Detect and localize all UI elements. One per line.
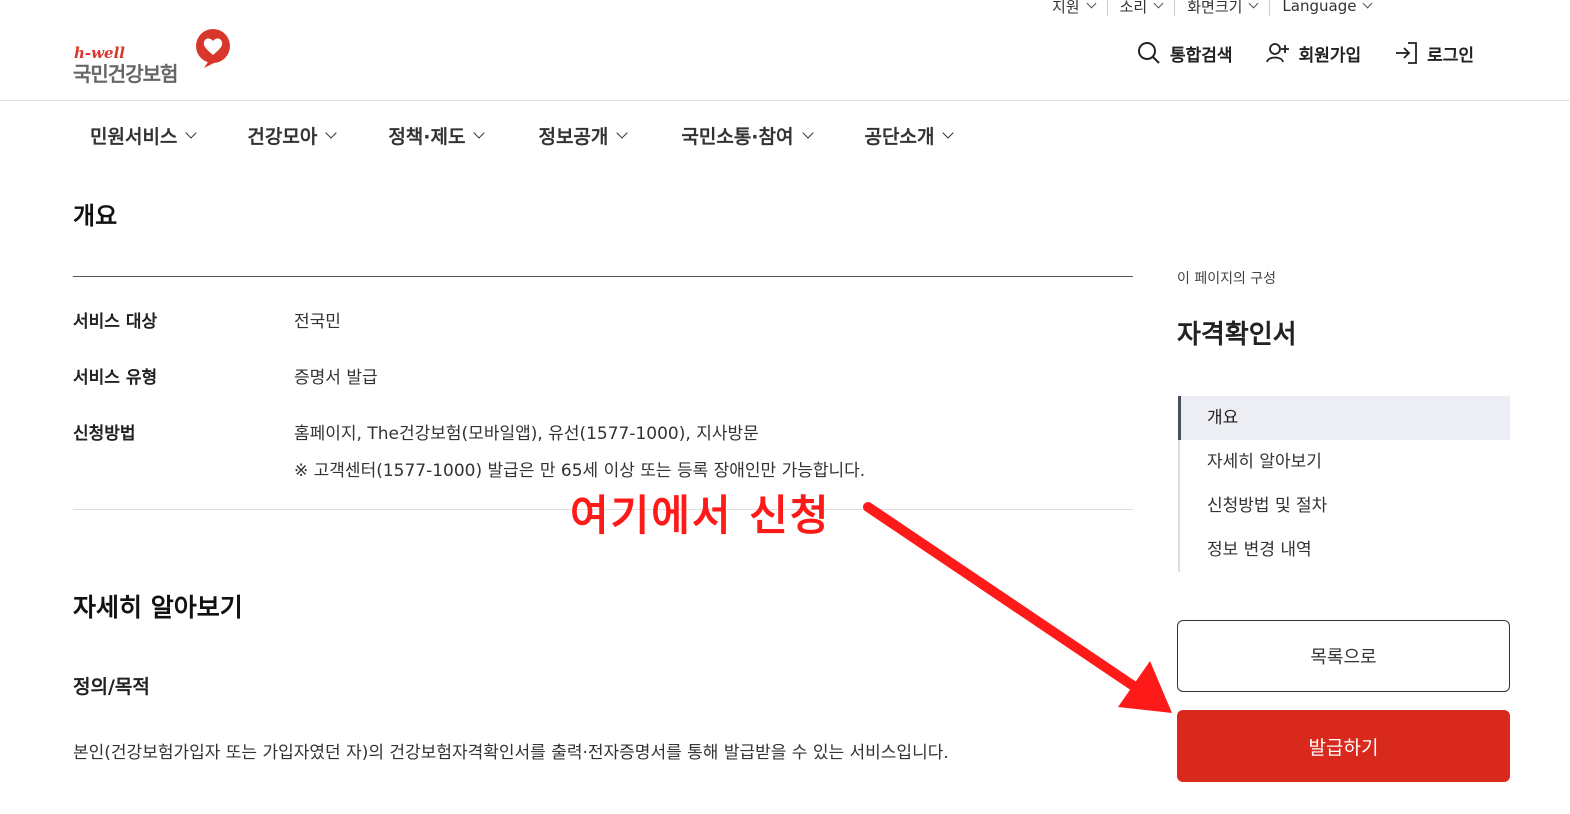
chevron-down-icon bbox=[185, 127, 198, 139]
gnb-item-about[interactable]: 공단소개 bbox=[864, 122, 955, 149]
toc-item-overview[interactable]: 개요 bbox=[1178, 396, 1510, 440]
chevron-down-icon bbox=[942, 127, 955, 139]
gnb-item-label: 정책·제도 bbox=[388, 126, 466, 148]
toc-item-detail[interactable]: 자세히 알아보기 bbox=[1180, 440, 1510, 484]
row-value: 전국민 bbox=[294, 312, 341, 332]
main-nav: 민원서비스 건강모아 정책·제도 정보공개 국민소통·참여 공단소개 bbox=[90, 122, 955, 149]
add-user-icon bbox=[1265, 43, 1289, 63]
gnb-item-label: 건강모아 bbox=[247, 126, 318, 148]
util-language[interactable]: Language bbox=[1269, 0, 1383, 16]
login-icon bbox=[1396, 42, 1418, 64]
gnb-item-communication[interactable]: 국민소통·참여 bbox=[681, 122, 814, 149]
gnb-item-policy[interactable]: 정책·제도 bbox=[388, 122, 486, 149]
toc-item-change-history[interactable]: 정보 변경 내역 bbox=[1180, 528, 1510, 572]
header-divider bbox=[0, 100, 1570, 101]
gnb-item-civil-service[interactable]: 민원서비스 bbox=[90, 122, 198, 149]
signup-label: 회원가입 bbox=[1298, 45, 1362, 66]
logo-name: 국민건강보험 bbox=[73, 62, 178, 86]
chevron-down-icon bbox=[1248, 0, 1259, 9]
login-label: 로그인 bbox=[1427, 45, 1475, 66]
gnb-item-health-moa[interactable]: 건강모아 bbox=[247, 122, 337, 149]
overview-note: ※ 고객센터(1577-1000) 발급은 만 65세 이상 또는 등록 장애인… bbox=[294, 461, 866, 481]
gnb-item-info-disclosure[interactable]: 정보공개 bbox=[538, 122, 629, 149]
chevron-down-icon bbox=[473, 127, 486, 139]
util-support-label: 지원 bbox=[1052, 0, 1080, 16]
annotation-arrow-icon bbox=[863, 502, 1172, 713]
signup-button[interactable]: 회원가입 bbox=[1265, 40, 1362, 66]
util-sound-label: 소리 bbox=[1119, 0, 1148, 16]
page-toc: 개요 자세히 알아보기 신청방법 및 절차 정보 변경 내역 bbox=[1178, 396, 1510, 572]
chevron-down-icon bbox=[1086, 0, 1097, 9]
gnb-item-label: 정보공개 bbox=[538, 126, 609, 148]
overview-heading: 개요 bbox=[73, 202, 118, 230]
annotation-label: 여기에서 신청 bbox=[570, 491, 831, 540]
side-caption: 이 페이지의 구성 bbox=[1177, 271, 1277, 287]
chevron-down-icon bbox=[616, 127, 629, 139]
row-key: 신청방법 bbox=[73, 424, 136, 444]
row-value: 홈페이지, The건강보험(모바일앱), 유선(1577-1000), 지사방문 bbox=[294, 424, 759, 444]
heart-logo-icon bbox=[196, 29, 230, 68]
row-key: 서비스 유형 bbox=[73, 368, 158, 388]
gnb-item-label: 민원서비스 bbox=[90, 126, 178, 148]
side-title: 자격확인서 bbox=[1177, 320, 1297, 350]
site-logo[interactable]: h-well 국민건강보험 bbox=[73, 28, 243, 88]
chevron-down-icon bbox=[801, 127, 814, 139]
util-screen-size[interactable]: 화면크기 bbox=[1174, 0, 1269, 16]
search-label: 통합검색 bbox=[1170, 45, 1233, 66]
util-language-label: Language bbox=[1282, 0, 1357, 15]
search-icon bbox=[1138, 42, 1160, 64]
gnb-item-label: 국민소통·참여 bbox=[681, 126, 794, 148]
header-tools: 통합검색 회원가입 로그인 bbox=[1136, 40, 1474, 66]
chevron-down-icon bbox=[1153, 0, 1164, 9]
util-screen-size-label: 화면크기 bbox=[1187, 0, 1243, 16]
detail-description: 본인(건강보험가입자 또는 가입자였던 자)의 건강보험자격확인서를 출력·전자… bbox=[73, 743, 949, 763]
row-value: 증명서 발급 bbox=[294, 368, 378, 388]
util-sound[interactable]: 소리 bbox=[1106, 0, 1175, 16]
back-to-list-button[interactable]: 목록으로 bbox=[1177, 620, 1510, 692]
issue-button[interactable]: 발급하기 bbox=[1177, 710, 1510, 782]
row-key: 서비스 대상 bbox=[73, 312, 158, 332]
purpose-heading: 정의/목적 bbox=[73, 676, 150, 698]
utility-nav: 지원 소리 화면크기 Language bbox=[1048, 0, 1383, 16]
overview-divider-top bbox=[73, 276, 1133, 277]
chevron-down-icon bbox=[325, 127, 337, 139]
login-button[interactable]: 로그인 bbox=[1393, 40, 1474, 66]
search-button[interactable]: 통합검색 bbox=[1136, 40, 1233, 66]
detail-heading: 자세히 알아보기 bbox=[73, 593, 243, 622]
gnb-item-label: 공단소개 bbox=[864, 126, 935, 148]
toc-item-procedure[interactable]: 신청방법 및 절차 bbox=[1180, 484, 1510, 528]
chevron-down-icon bbox=[1363, 0, 1373, 9]
util-support[interactable]: 지원 bbox=[1048, 0, 1107, 16]
